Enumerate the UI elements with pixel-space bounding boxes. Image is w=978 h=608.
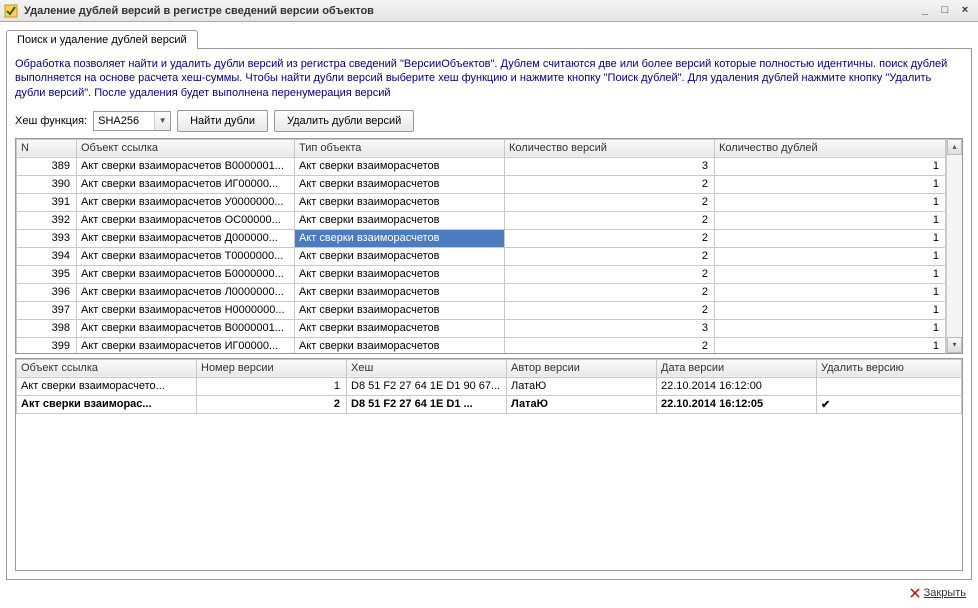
titlebar: Удаление дублей версий в регистре сведен… <box>0 0 978 22</box>
main-window: Удаление дублей версий в регистре сведен… <box>0 0 978 608</box>
content-area: Поиск и удаление дублей версий Обработка… <box>0 22 978 608</box>
bottom-grid: Объект ссылка Номер версии Хеш Автор вер… <box>15 358 963 571</box>
grid1-header-row: N Объект ссылка Тип объекта Количество в… <box>17 139 946 157</box>
tab-search-delete[interactable]: Поиск и удаление дублей версий <box>6 30 198 49</box>
table-row[interactable]: 396Акт сверки взаиморасчетов Л0000000...… <box>17 283 946 301</box>
table-row[interactable]: 394Акт сверки взаиморасчетов Т0000000...… <box>17 247 946 265</box>
scroll-track[interactable] <box>947 155 962 337</box>
close-label: Закрыть <box>924 587 966 599</box>
grid2-table: Объект ссылка Номер версии Хеш Автор вер… <box>16 359 962 414</box>
table-row[interactable]: 398Акт сверки взаиморасчетов В0000001...… <box>17 319 946 337</box>
col2-num[interactable]: Номер версии <box>197 359 347 377</box>
col-vers[interactable]: Количество версий <box>505 139 715 157</box>
minimize-button[interactable]: _ <box>916 4 934 18</box>
tabstrip: Поиск и удаление дублей версий <box>6 26 972 48</box>
grid1-table: N Объект ссылка Тип объекта Количество в… <box>16 139 946 353</box>
table-row[interactable]: 395Акт сверки взаиморасчетов Б0000000...… <box>17 265 946 283</box>
table-row[interactable]: 397Акт сверки взаиморасчетов Н0000000...… <box>17 301 946 319</box>
scroll-down-icon[interactable]: ▾ <box>947 337 962 353</box>
col-obj[interactable]: Объект ссылка <box>77 139 295 157</box>
table-row[interactable]: 392Акт сверки взаиморасчетов ОС00000...А… <box>17 211 946 229</box>
col-type[interactable]: Тип объекта <box>295 139 505 157</box>
find-duplicates-button[interactable]: Найти дубли <box>177 110 268 132</box>
close-window-button[interactable]: × <box>956 4 974 18</box>
col-n[interactable]: N <box>17 139 77 157</box>
close-button[interactable]: Закрыть <box>910 587 966 599</box>
delete-duplicates-button[interactable]: Удалить дубли версий <box>274 110 414 132</box>
col2-del[interactable]: Удалить версию <box>817 359 962 377</box>
col2-obj[interactable]: Объект ссылка <box>17 359 197 377</box>
col2-hash[interactable]: Хеш <box>347 359 507 377</box>
tab-body: Обработка позволяет найти и удалить дубл… <box>6 48 972 580</box>
table-row[interactable]: 399Акт сверки взаиморасчетов ИГ00000...А… <box>17 337 946 353</box>
footer: Закрыть <box>6 580 972 606</box>
col2-date[interactable]: Дата версии <box>657 359 817 377</box>
top-grid: N Объект ссылка Тип объекта Количество в… <box>15 138 963 354</box>
window-title: Удаление дублей версий в регистре сведен… <box>24 5 914 17</box>
close-icon <box>910 588 920 598</box>
hash-select[interactable]: ▼ <box>93 111 171 131</box>
col2-author[interactable]: Автор версии <box>507 359 657 377</box>
hash-label: Хеш функция: <box>15 115 87 127</box>
table-row[interactable]: 393Акт сверки взаиморасчетов Д000000...А… <box>17 229 946 247</box>
table-row[interactable]: 390Акт сверки взаиморасчетов ИГ00000...А… <box>17 175 946 193</box>
table-row[interactable]: Акт сверки взаиморас...2D8 51 F2 27 64 1… <box>17 395 962 413</box>
description-text: Обработка позволяет найти и удалить дубл… <box>15 57 963 100</box>
scroll-up-icon[interactable]: ▴ <box>947 139 962 155</box>
toolbar: Хеш функция: ▼ Найти дубли Удалить дубли… <box>15 110 963 132</box>
table-row[interactable]: Акт сверки взаиморасчето...1D8 51 F2 27 … <box>17 377 962 395</box>
hash-value[interactable] <box>94 112 154 130</box>
maximize-button[interactable]: □ <box>936 4 954 18</box>
col-dups[interactable]: Количество дублей <box>715 139 946 157</box>
table-row[interactable]: 391Акт сверки взаиморасчетов У0000000...… <box>17 193 946 211</box>
grid1-scrollbar[interactable]: ▴ ▾ <box>946 139 962 353</box>
table-row[interactable]: 389Акт сверки взаиморасчетов В0000001...… <box>17 157 946 175</box>
grid2-header-row: Объект ссылка Номер версии Хеш Автор вер… <box>17 359 962 377</box>
app-icon <box>4 4 18 18</box>
chevron-down-icon[interactable]: ▼ <box>154 112 170 130</box>
